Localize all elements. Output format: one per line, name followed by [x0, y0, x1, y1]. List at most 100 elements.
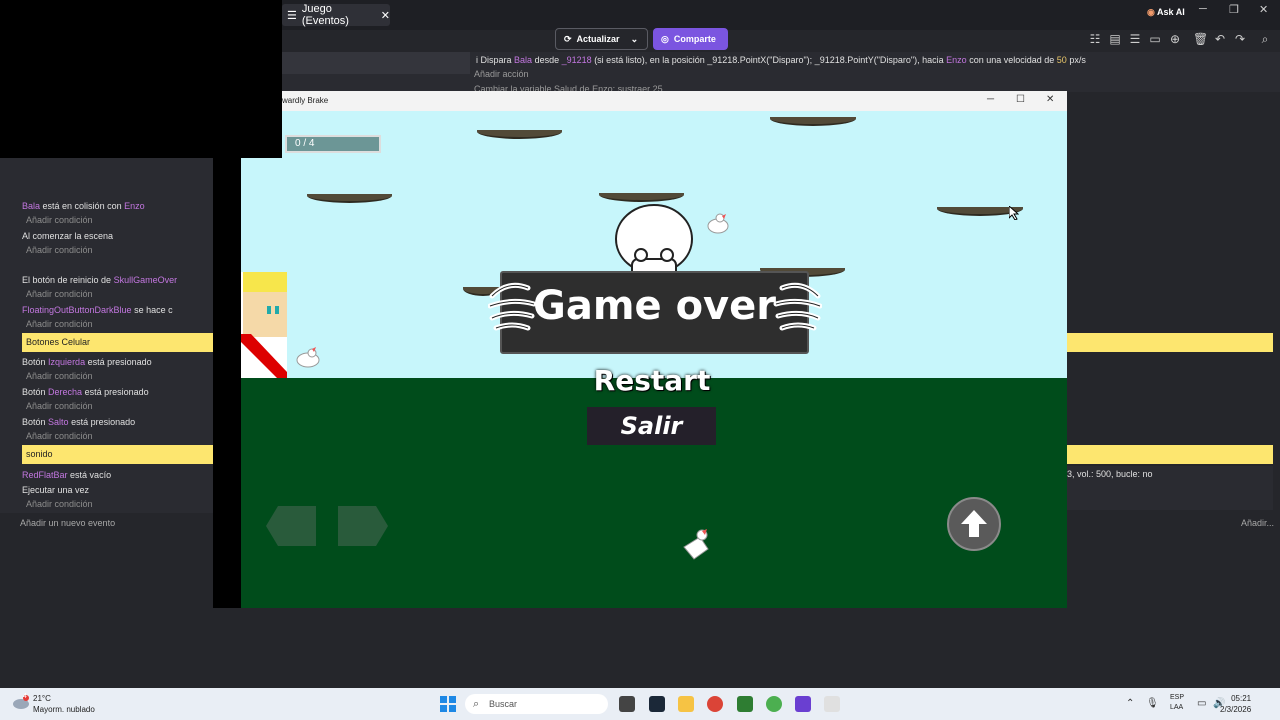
file-explorer-icon[interactable]: [678, 696, 694, 712]
add-condition-link[interactable]: Añadir condición: [26, 401, 93, 411]
game-window-edge: [213, 158, 241, 608]
add-new-event-link[interactable]: Añadir un nuevo evento: [20, 518, 115, 528]
undo-icon[interactable]: ↶: [1213, 32, 1227, 46]
weather-widget[interactable]: 21°C Mayorm. nublado: [33, 693, 95, 715]
bar-empty-condition[interactable]: RedFlatBar está vacío: [22, 470, 212, 480]
group-icon[interactable]: ▤: [1108, 32, 1122, 46]
lang-top: ESP: [1170, 694, 1185, 701]
add-condition-link[interactable]: Añadir condición: [26, 371, 93, 381]
fire-action[interactable]: i Dispara Bala desde _91218 (si está lis…: [476, 55, 1086, 65]
delete-icon[interactable]: 🗑: [1193, 32, 1208, 46]
list-options-icon[interactable]: ☷: [1088, 32, 1102, 46]
update-label: Actualizar: [576, 34, 620, 44]
add-condition-link[interactable]: Añadir condición: [26, 319, 93, 329]
add-condition-link[interactable]: Añadir condición: [26, 499, 93, 509]
clock[interactable]: 05:21 2/3/2026: [1220, 693, 1251, 715]
snipping-tool-icon[interactable]: [824, 696, 840, 712]
game-window-titlebar: wardly Brake ─ ☐ ✕: [282, 91, 1067, 111]
game-window-title: wardly Brake: [282, 96, 329, 105]
ask-ai-button[interactable]: ◉ Ask AI: [1147, 7, 1185, 18]
button-name: Salto: [48, 417, 69, 427]
exit-button[interactable]: Salir: [587, 407, 716, 445]
chrome-icon[interactable]: [766, 696, 782, 712]
add-condition-link[interactable]: Añadir condición: [26, 289, 93, 299]
jump-button[interactable]: [947, 497, 1001, 551]
share-button[interactable]: ◎ Comparte: [653, 28, 728, 50]
chevron-down-icon[interactable]: ⌄: [631, 34, 639, 45]
shooter-object: _91218: [561, 55, 592, 65]
network-icon[interactable]: ▭: [1197, 698, 1206, 709]
left-button-condition[interactable]: Botón Izquierda está presionado: [22, 357, 212, 367]
add-icon[interactable]: ⊕: [1168, 32, 1182, 46]
add-link-right[interactable]: Añadir...: [1241, 518, 1274, 528]
restart-button-condition[interactable]: El botón de reinicio de SkullGameOver: [22, 275, 212, 285]
chevron-up-icon[interactable]: ⌃: [1126, 698, 1134, 709]
floating-button-condition[interactable]: FloatingOutButtonDarkBlue se hace c: [22, 305, 212, 315]
add-condition-link[interactable]: Añadir condición: [26, 431, 93, 441]
add-condition-link[interactable]: Añadir condición: [26, 215, 93, 225]
taskbar: [0, 688, 1280, 720]
right-arrow-button[interactable]: [338, 506, 388, 546]
button-prefix: Botón: [22, 417, 46, 427]
left-arrow-button[interactable]: [266, 506, 316, 546]
right-button-condition[interactable]: Botón Derecha está presionado: [22, 387, 212, 397]
collision-condition[interactable]: Bala está en colisión con Enzo: [22, 201, 212, 211]
steam-icon[interactable]: [649, 696, 665, 712]
condition-target: Enzo: [124, 201, 145, 211]
update-button[interactable]: ⟳ Actualizar ⌄: [555, 28, 648, 50]
taskbar-search[interactable]: ⌕ Buscar: [465, 694, 608, 714]
add-condition-link[interactable]: Añadir condición: [26, 245, 93, 255]
search-icon: ⌕: [473, 698, 480, 710]
app-icon[interactable]: [737, 696, 753, 712]
redo-icon[interactable]: ↷: [1233, 32, 1247, 46]
condition-text: está en colisión con: [42, 201, 122, 211]
sound-action-text: 3, vol.: 500, bucle: no: [1067, 469, 1153, 479]
bullet-object: Bala: [514, 55, 533, 65]
trigger-once-condition[interactable]: Ejecutar una vez: [22, 485, 212, 495]
trigger-once-text: Ejecutar una vez: [22, 485, 90, 495]
settings-icon[interactable]: ☰: [1128, 32, 1142, 46]
gdevelop-icon[interactable]: [795, 696, 811, 712]
tab-events[interactable]: ☰ Juego (Eventos) ✕: [282, 3, 390, 27]
add-action-link[interactable]: Añadir acción: [474, 69, 529, 79]
scene-start-text: Al comenzar la escena: [22, 231, 114, 241]
date-text: 2/3/2026: [1220, 705, 1252, 714]
button-prefix: Botón: [22, 357, 46, 367]
group-sound[interactable]: sonido: [22, 445, 213, 464]
list-icon: ☰: [287, 9, 297, 22]
restart-button[interactable]: Restart: [587, 364, 717, 397]
comment-icon[interactable]: ▭: [1148, 32, 1162, 46]
bar-condition-text: está vacío: [70, 470, 112, 480]
restart-condition-object: SkullGameOver: [113, 275, 178, 285]
group-mobile-buttons[interactable]: Botones Celular: [22, 333, 213, 352]
scene-start-condition[interactable]: Al comenzar la escena: [22, 231, 212, 241]
condition-object: Bala: [22, 201, 41, 211]
maximize-icon[interactable]: ☐: [1016, 94, 1025, 105]
button-prefix: Botón: [22, 387, 46, 397]
jump-button-condition[interactable]: Botón Salto está presionado: [22, 417, 212, 427]
progress-text: 0 / 4: [295, 138, 315, 149]
minimize-icon[interactable]: ─: [1199, 3, 1207, 15]
task-view-icon[interactable]: [619, 696, 635, 712]
windows-start-icon[interactable]: [440, 696, 456, 712]
microphone-icon[interactable]: 🎙: [1146, 698, 1159, 709]
minimize-icon[interactable]: ─: [987, 94, 994, 105]
ask-ai-label: Ask AI: [1157, 7, 1185, 17]
sound-action[interactable]: 3, vol.: 500, bucle: no: [1067, 469, 1153, 479]
close-icon[interactable]: ✕: [1259, 3, 1268, 16]
temperature-text: 21°C: [33, 694, 51, 703]
chrome-icon[interactable]: [707, 696, 723, 712]
mouse-cursor-icon: [1009, 206, 1019, 220]
language-indicator[interactable]: ESP LAA: [1170, 693, 1184, 713]
weather-icon[interactable]: 4: [12, 693, 30, 710]
speed-value: 50: [1056, 55, 1067, 65]
close-icon[interactable]: ✕: [1046, 94, 1054, 105]
floating-button-object: FloatingOutButtonDarkBlue: [22, 305, 132, 315]
up-arrow-icon: [961, 510, 987, 537]
change-variable-action[interactable]: Cambiar la variable Salud de Enzo: sustr…: [474, 84, 663, 91]
speed-text: con una velocidad de: [969, 55, 1055, 65]
search-icon[interactable]: ⌕: [1258, 32, 1272, 46]
close-tab-icon[interactable]: ✕: [381, 9, 390, 22]
floating-button-text: se hace c: [134, 305, 173, 315]
restore-icon[interactable]: ❐: [1229, 3, 1239, 16]
